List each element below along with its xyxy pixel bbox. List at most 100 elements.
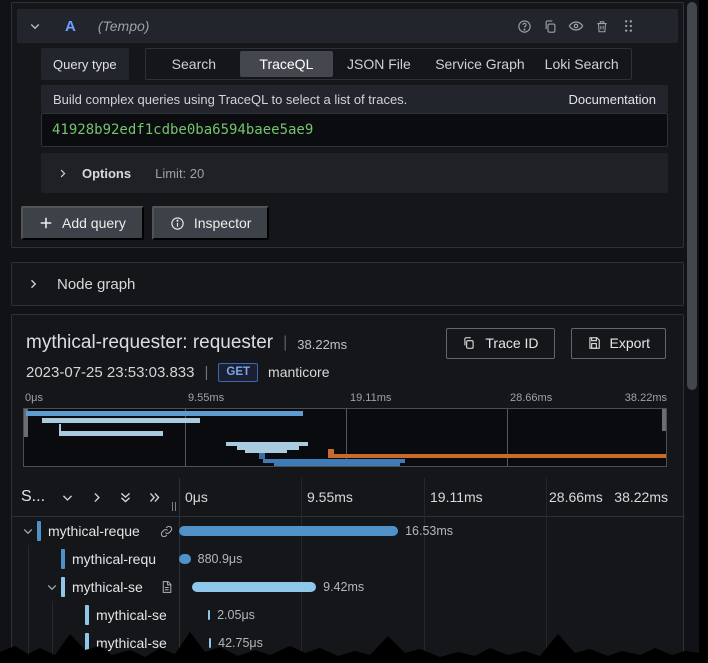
trace-service-name: manticore xyxy=(268,364,329,380)
info-circle-icon xyxy=(170,216,185,231)
span-duration-bar[interactable] xyxy=(179,526,398,536)
trace-id-button[interactable]: Trace ID xyxy=(446,328,554,359)
query-row-header[interactable]: A (Tempo) xyxy=(17,9,678,43)
minimap-span-bar xyxy=(245,450,287,453)
traceql-query-value: 41928b92edf1cdbe0ba6594baee5ae9 xyxy=(52,122,313,138)
span-duration-label: 880.9μs xyxy=(198,552,243,566)
tab-service-graph[interactable]: Service Graph xyxy=(425,51,534,77)
tab-loki-search[interactable]: Loki Search xyxy=(535,51,629,77)
chevron-right-icon[interactable] xyxy=(90,491,103,504)
inspector-button[interactable]: Inspector xyxy=(152,206,270,240)
documentation-link[interactable]: Documentation xyxy=(569,92,656,107)
copy-icon[interactable] xyxy=(542,18,558,34)
span-timeline-cell[interactable]: 16.53ms xyxy=(179,517,685,545)
span-duration-bar[interactable] xyxy=(208,610,210,620)
minimap-span-bar xyxy=(59,424,62,431)
timeline-tick: 9.55ms xyxy=(307,489,353,505)
span-row[interactable]: mythical-reque 16.53ms xyxy=(12,517,685,545)
node-graph-panel[interactable]: Node graph xyxy=(11,262,684,306)
query-header-actions xyxy=(516,18,666,34)
span-table-header: S... 0μs 9.55ms 19.11ms 28.66ms 38.22ms xyxy=(12,478,685,517)
divider: | xyxy=(283,334,287,352)
span-row[interactable]: mythical-requ 880.9μs xyxy=(12,545,685,573)
trace-timestamp: 2023-07-25 23:53:03.833 xyxy=(26,364,194,381)
minimap-canvas[interactable] xyxy=(23,408,667,467)
column-resize-handle[interactable] xyxy=(172,502,176,511)
minimap-span-bar xyxy=(328,454,666,458)
log-icon[interactable] xyxy=(160,580,173,594)
tab-traceql[interactable]: TraceQL xyxy=(240,51,333,77)
trace-title: mythical-requester: requester xyxy=(26,332,273,354)
traceql-description-bar: Build complex queries using TraceQL to s… xyxy=(41,85,668,113)
span-service-name: mythical-reque xyxy=(48,523,158,539)
node-graph-title: Node graph xyxy=(57,276,135,293)
trace-duration: 38.22ms xyxy=(297,334,347,352)
page: { "query_editor": { "ref_id": "A", "data… xyxy=(0,0,708,663)
span-name-cell[interactable]: mythical-se xyxy=(12,573,179,601)
options-label: Options xyxy=(82,166,131,181)
service-column-label: S... xyxy=(21,488,45,506)
double-chevron-right-icon[interactable] xyxy=(148,491,161,504)
eye-icon[interactable] xyxy=(568,18,584,34)
options-summary: Limit: 20 xyxy=(155,166,204,181)
traceql-query-input[interactable]: 41928b92edf1cdbe0ba6594baee5ae9 xyxy=(41,113,668,147)
node-graph-chevron-icon[interactable] xyxy=(27,278,39,290)
window-edge xyxy=(699,0,708,663)
divider: | xyxy=(204,364,208,381)
timeline-tick: 28.66ms xyxy=(549,489,603,505)
span-service-name: mythical-se xyxy=(96,607,173,623)
copy-icon xyxy=(462,336,476,350)
span-duration-bar[interactable] xyxy=(179,554,191,564)
span-service-name: mythical-se xyxy=(72,579,158,595)
help-icon[interactable] xyxy=(516,18,532,34)
minimap-span-bar xyxy=(26,411,303,416)
double-chevron-down-icon[interactable] xyxy=(119,491,132,504)
inspector-label: Inspector xyxy=(194,215,252,231)
span-timeline-cell[interactable]: 880.9μs xyxy=(179,545,685,573)
minimap-tick: 28.66ms xyxy=(510,392,552,404)
plus-icon xyxy=(39,216,53,230)
query-ref-id[interactable]: A xyxy=(65,18,76,35)
span-duration-bar[interactable] xyxy=(192,582,316,592)
export-label: Export xyxy=(610,335,650,351)
span-duration-label: 2.05μs xyxy=(217,608,255,622)
timeline-tick: 0μs xyxy=(185,489,208,505)
chevron-down-icon[interactable] xyxy=(46,581,58,593)
tab-search[interactable]: Search xyxy=(148,51,241,77)
span-timeline-cell[interactable]: 9.42ms xyxy=(179,573,685,601)
chevron-down-icon[interactable] xyxy=(22,525,34,537)
span-color-indicator xyxy=(61,577,65,597)
link-icon[interactable] xyxy=(160,525,173,538)
chevron-down-icon[interactable] xyxy=(61,491,74,504)
minimap-tick: 38.22ms xyxy=(625,392,667,404)
collapse-chevron-icon[interactable] xyxy=(29,20,41,32)
add-query-button[interactable]: Add query xyxy=(21,206,144,240)
options-section[interactable]: Options Limit: 20 xyxy=(41,153,668,193)
trash-icon[interactable] xyxy=(594,18,610,34)
span-color-indicator xyxy=(37,521,41,541)
span-name-cell[interactable]: mythical-reque xyxy=(12,517,179,545)
drag-handle-icon[interactable] xyxy=(620,18,636,34)
timeline-tick: 19.11ms xyxy=(430,489,483,505)
export-button[interactable]: Export xyxy=(571,328,666,359)
span-duration-label: 9.42ms xyxy=(323,580,364,594)
span-service-name: mythical-requ xyxy=(72,551,173,567)
save-icon xyxy=(587,336,601,350)
tab-json-file[interactable]: JSON File xyxy=(333,51,426,77)
options-chevron-icon[interactable] xyxy=(57,168,68,179)
minimap-span-bar xyxy=(42,418,200,423)
span-color-indicator xyxy=(61,549,65,569)
trace-view-panel: mythical-requester: requester | 38.22ms … xyxy=(11,314,684,663)
span-name-cell[interactable]: mythical-requ xyxy=(12,545,179,573)
query-type-tabs: SearchTraceQLJSON FileService GraphLoki … xyxy=(145,48,632,80)
add-query-label: Add query xyxy=(62,215,126,231)
span-row[interactable]: mythical-se 9.42ms xyxy=(12,573,685,601)
minimap-span-bar xyxy=(59,431,163,436)
datasource-name: (Tempo) xyxy=(98,18,150,34)
traceql-description: Build complex queries using TraceQL to s… xyxy=(53,92,407,107)
minimap-right-handle[interactable] xyxy=(662,409,666,431)
minimap-tick: 19.11ms xyxy=(350,392,391,404)
minimap-tick: 9.55ms xyxy=(188,392,224,404)
http-method-badge: GET xyxy=(218,363,258,382)
scrollbar-thumb[interactable] xyxy=(687,2,697,390)
